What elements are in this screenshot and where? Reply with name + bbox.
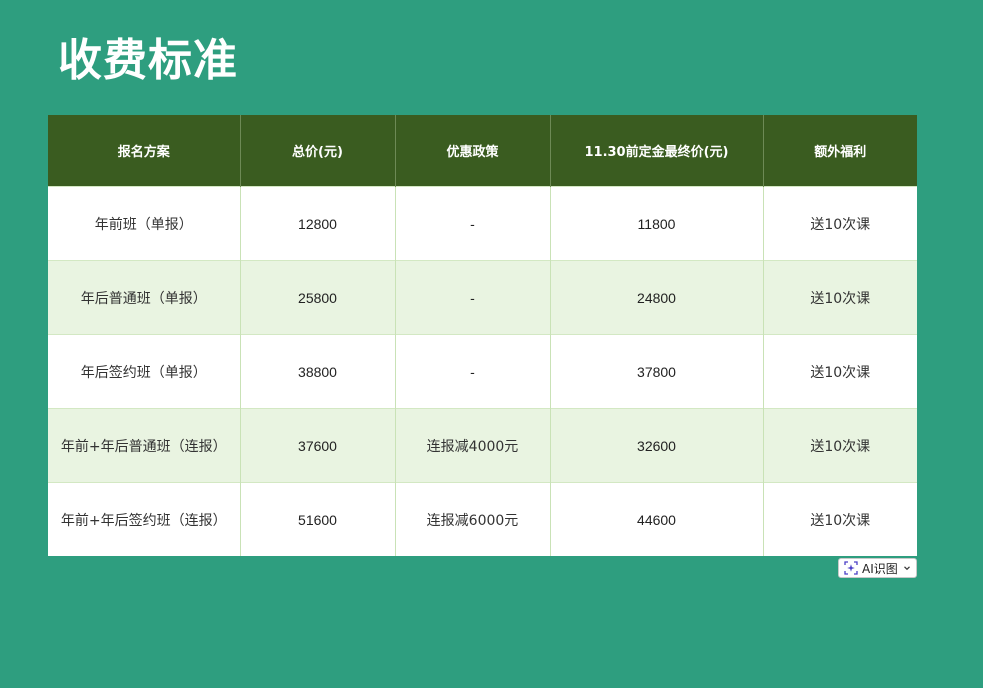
cell-total-price: 51600 bbox=[239, 482, 395, 556]
table-row: 年前+年后签约班（连报） 51600 连报减6000元 44600 送10次课 bbox=[48, 482, 917, 556]
header-discount: 优惠政策 bbox=[394, 115, 550, 187]
cell-final-price: 32600 bbox=[549, 408, 763, 483]
cell-final-price: 11800 bbox=[549, 186, 763, 261]
header-bonus: 额外福利 bbox=[762, 115, 917, 187]
cell-plan: 年前班（单报） bbox=[48, 186, 240, 261]
cell-plan: 年前+年后普通班（连报） bbox=[48, 408, 240, 483]
ai-sparkle-icon bbox=[844, 561, 858, 575]
fee-table: 报名方案 总价(元) 优惠政策 11.30前定金最终价(元) 额外福利 年前班（… bbox=[48, 115, 917, 556]
table-row: 年前+年后普通班（连报） 37600 连报减4000元 32600 送10次课 bbox=[48, 408, 917, 483]
cell-total-price: 37600 bbox=[239, 408, 395, 483]
ai-badge-label: AI识图 bbox=[862, 561, 898, 576]
table-row: 年后普通班（单报） 25800 - 24800 送10次课 bbox=[48, 260, 917, 335]
cell-bonus: 送10次课 bbox=[762, 186, 917, 261]
cell-discount: - bbox=[394, 334, 550, 409]
cell-final-price: 37800 bbox=[549, 334, 763, 409]
cell-bonus: 送10次课 bbox=[762, 260, 917, 335]
table-header-row: 报名方案 总价(元) 优惠政策 11.30前定金最终价(元) 额外福利 bbox=[48, 115, 917, 187]
header-final-price: 11.30前定金最终价(元) bbox=[549, 115, 763, 187]
table-row: 年后签约班（单报） 38800 - 37800 送10次课 bbox=[48, 334, 917, 409]
cell-discount: 连报减6000元 bbox=[394, 482, 550, 556]
cell-total-price: 25800 bbox=[239, 260, 395, 335]
table-row: 年前班（单报） 12800 - 11800 送10次课 bbox=[48, 186, 917, 261]
ai-image-recognition-button[interactable]: AI识图 bbox=[838, 558, 917, 578]
cell-discount: - bbox=[394, 260, 550, 335]
cell-plan: 年前+年后签约班（连报） bbox=[48, 482, 240, 556]
cell-total-price: 38800 bbox=[239, 334, 395, 409]
page-title: 收费标准 bbox=[58, 35, 238, 86]
cell-final-price: 44600 bbox=[549, 482, 763, 556]
cell-plan: 年后签约班（单报） bbox=[48, 334, 240, 409]
cell-discount: - bbox=[394, 186, 550, 261]
header-total-price: 总价(元) bbox=[239, 115, 395, 187]
cell-total-price: 12800 bbox=[239, 186, 395, 261]
cell-plan: 年后普通班（单报） bbox=[48, 260, 240, 335]
cell-final-price: 24800 bbox=[549, 260, 763, 335]
cell-bonus: 送10次课 bbox=[762, 408, 917, 483]
header-plan: 报名方案 bbox=[48, 115, 240, 187]
cell-bonus: 送10次课 bbox=[762, 482, 917, 556]
chevron-down-icon bbox=[903, 564, 911, 572]
cell-bonus: 送10次课 bbox=[762, 334, 917, 409]
cell-discount: 连报减4000元 bbox=[394, 408, 550, 483]
